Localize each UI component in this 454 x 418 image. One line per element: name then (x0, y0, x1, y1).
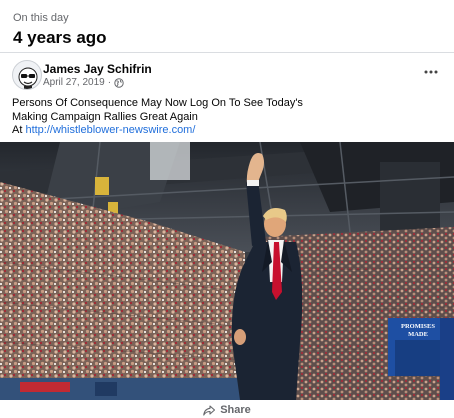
memory-title: 4 years ago (13, 28, 107, 47)
memory-label: On this day (13, 12, 69, 24)
share-label: Share (220, 404, 251, 416)
post-text: Persons Of Consequence May Now Log On To… (12, 97, 442, 138)
post-text-line: Persons Of Consequence May Now Log On To… (12, 97, 303, 109)
post-meta: April 27, 2019 · (43, 77, 124, 89)
post-photo[interactable]: PROMISES MADE (0, 142, 454, 400)
more-options-button[interactable] (420, 64, 442, 80)
post-text-prefix: At (12, 124, 26, 136)
rally-photo-image: PROMISES MADE (0, 142, 454, 400)
sign-line2: MADE (408, 331, 428, 338)
globe-icon[interactable] (114, 78, 124, 88)
avatar-face-icon (18, 67, 38, 89)
sign-line1: PROMISES (401, 323, 435, 330)
post-date[interactable]: April 27, 2019 (43, 77, 105, 89)
post-header: James Jay Schifrin April 27, 2019 · (12, 60, 444, 92)
action-bar: Share (0, 402, 454, 418)
header-divider (0, 52, 454, 53)
memory-header: On this day 4 years ago (0, 0, 454, 52)
avatar[interactable] (12, 60, 42, 90)
post-link[interactable]: http://whistleblower-newswire.com/ (25, 124, 195, 136)
author-name[interactable]: James Jay Schifrin (43, 62, 152, 76)
post-text-line: Making Campaign Rallies Great Again (12, 110, 198, 123)
share-button[interactable]: Share (203, 404, 251, 416)
share-arrow-icon (203, 404, 216, 416)
post-text-line: At http://whistleblower-newswire.com/ (12, 124, 442, 138)
more-options-icon (424, 70, 438, 74)
meta-separator: · (107, 77, 112, 88)
